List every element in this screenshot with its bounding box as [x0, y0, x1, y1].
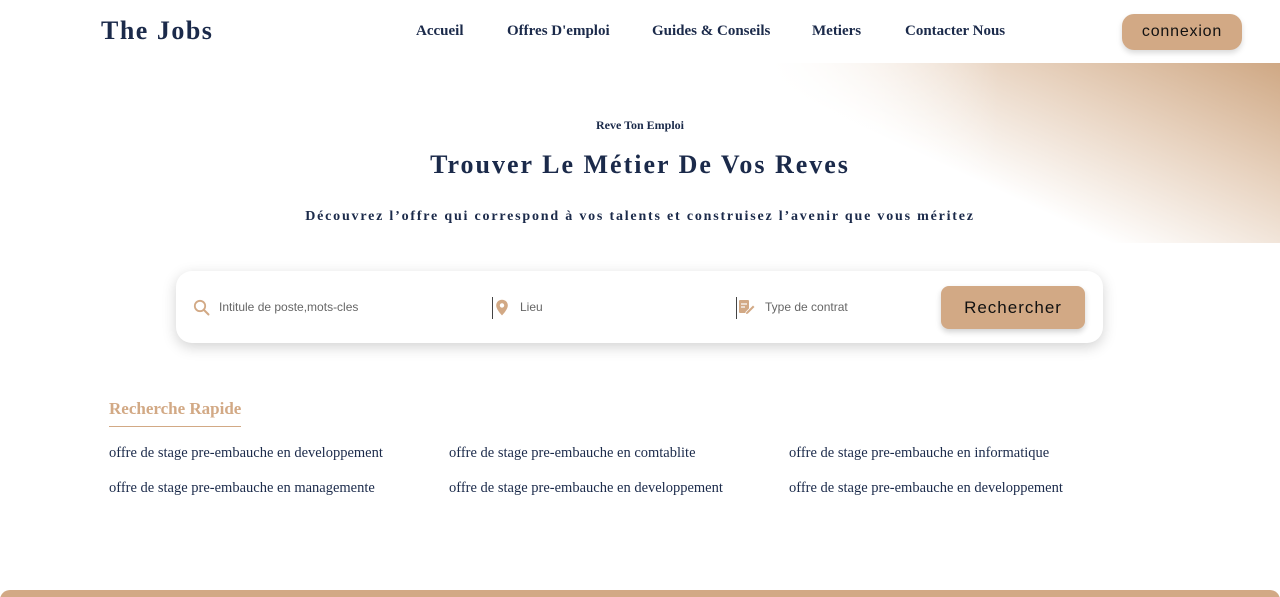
keywords-field — [192, 271, 439, 343]
job-search-bar: Rechercher — [176, 271, 1103, 343]
quick-search-link[interactable]: offre de stage pre-embauche en informati… — [789, 445, 1049, 462]
footer-band — [0, 590, 1280, 597]
top-header: The Jobs Accueil Offres D'emploi Guides … — [0, 0, 1280, 63]
site-logo[interactable]: The Jobs — [101, 16, 213, 46]
quick-search-title: Recherche Rapide — [109, 399, 242, 427]
quick-search-link[interactable]: offre de stage pre-embauche en developpe… — [109, 445, 383, 462]
quick-search-link[interactable]: offre de stage pre-embauche en comtablit… — [449, 445, 696, 462]
login-button[interactable]: connexion — [1122, 14, 1242, 50]
location-field — [493, 271, 740, 343]
hero-subtitle: Découvrez l’offre qui correspond à vos t… — [305, 209, 975, 224]
contract-sign-icon — [738, 298, 756, 316]
hero-title: Trouver Le Métier De Vos Reves — [430, 150, 850, 179]
nav-item-accueil[interactable]: Accueil — [416, 23, 463, 40]
keywords-input[interactable] — [219, 300, 439, 314]
hero-kicker: Reve Ton Emploi — [595, 118, 685, 132]
quick-search-link[interactable]: offre de stage pre-embauche en developpe… — [789, 480, 1063, 497]
location-pin-icon — [493, 298, 511, 316]
field-divider — [736, 297, 737, 319]
nav-item-metiers[interactable]: Metiers — [812, 23, 861, 40]
quick-search-link[interactable]: offre de stage pre-embauche en developpe… — [449, 480, 723, 497]
search-icon — [192, 298, 210, 316]
quick-search-link[interactable]: offre de stage pre-embauche en managemen… — [109, 480, 375, 497]
nav-item-contact[interactable]: Contacter Nous — [905, 23, 1005, 40]
search-button[interactable]: Rechercher — [941, 286, 1085, 329]
nav-item-guides[interactable]: Guides & Conseils — [652, 23, 770, 40]
location-input[interactable] — [520, 300, 740, 314]
nav-item-offres[interactable]: Offres D'emploi — [507, 23, 610, 40]
